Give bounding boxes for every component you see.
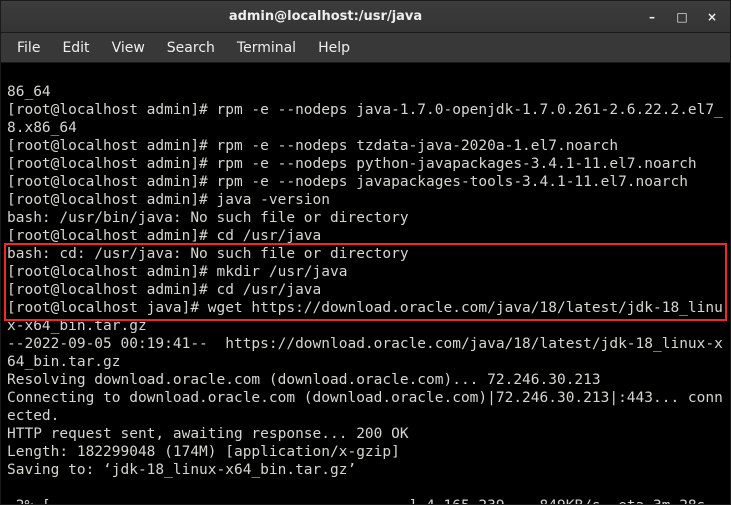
terminal-line: [root@localhost admin]# rpm -e --nodeps … [7, 138, 618, 154]
menubar: File Edit View Search Terminal Help [1, 33, 730, 63]
terminal-line: [root@localhost admin]# java -version [7, 192, 330, 208]
terminal-window: admin@localhost:/usr/java – □ × File Edi… [0, 0, 731, 505]
terminal-line: bash: /usr/bin/java: No such file or dir… [7, 210, 409, 226]
menu-file[interactable]: File [7, 36, 50, 60]
terminal-line: Length: 182299048 (174M) [application/x-… [7, 444, 400, 460]
window-controls: – □ × [644, 9, 724, 25]
terminal-line: [root@localhost admin]# rpm -e --nodeps … [7, 156, 697, 172]
menu-search[interactable]: Search [157, 36, 225, 60]
terminal-line: Resolving download.oracle.com (download.… [7, 372, 601, 388]
minimize-icon: – [649, 10, 655, 24]
menu-help[interactable]: Help [308, 36, 360, 60]
terminal-line: --2022-09-05 00:19:41-- https://download… [7, 336, 723, 370]
terminal-line: [root@localhost admin]# mkdir /usr/java [7, 264, 347, 280]
terminal-line: Saving to: ‘jdk-18_linux-x64_bin.tar.gz’ [7, 462, 356, 478]
close-icon: × [707, 10, 717, 24]
terminal-line: bash: cd: /usr/java: No such file or dir… [7, 246, 409, 262]
menu-terminal[interactable]: Terminal [227, 36, 306, 60]
terminal-output[interactable]: 86_64 [root@localhost admin]# rpm -e --n… [1, 63, 730, 504]
menu-edit[interactable]: Edit [52, 36, 99, 60]
wget-progress-line: 2% [ ] 4,165,239 849KB/s eta 3m 28s [7, 498, 714, 504]
close-button[interactable]: × [704, 9, 720, 25]
terminal-line: [root@localhost admin]# rpm -e --nodeps … [7, 174, 688, 190]
terminal-line: [root@localhost admin]# cd /usr/java [7, 282, 321, 298]
window-title: admin@localhost:/usr/java [7, 9, 644, 24]
maximize-icon: □ [676, 10, 687, 24]
terminal-line: HTTP request sent, awaiting response... … [7, 426, 409, 442]
terminal-line: 86_64 [7, 84, 51, 100]
terminal-line: [root@localhost admin]# rpm -e --nodeps … [7, 102, 723, 136]
menu-view[interactable]: View [102, 36, 155, 60]
terminal-line: [root@localhost java]# wget https://down… [7, 300, 723, 334]
terminal-line: [root@localhost admin]# cd /usr/java [7, 228, 321, 244]
titlebar: admin@localhost:/usr/java – □ × [1, 1, 730, 33]
maximize-button[interactable]: □ [674, 9, 690, 25]
minimize-button[interactable]: – [644, 9, 660, 25]
terminal-line: Connecting to download.oracle.com (downl… [7, 390, 723, 424]
